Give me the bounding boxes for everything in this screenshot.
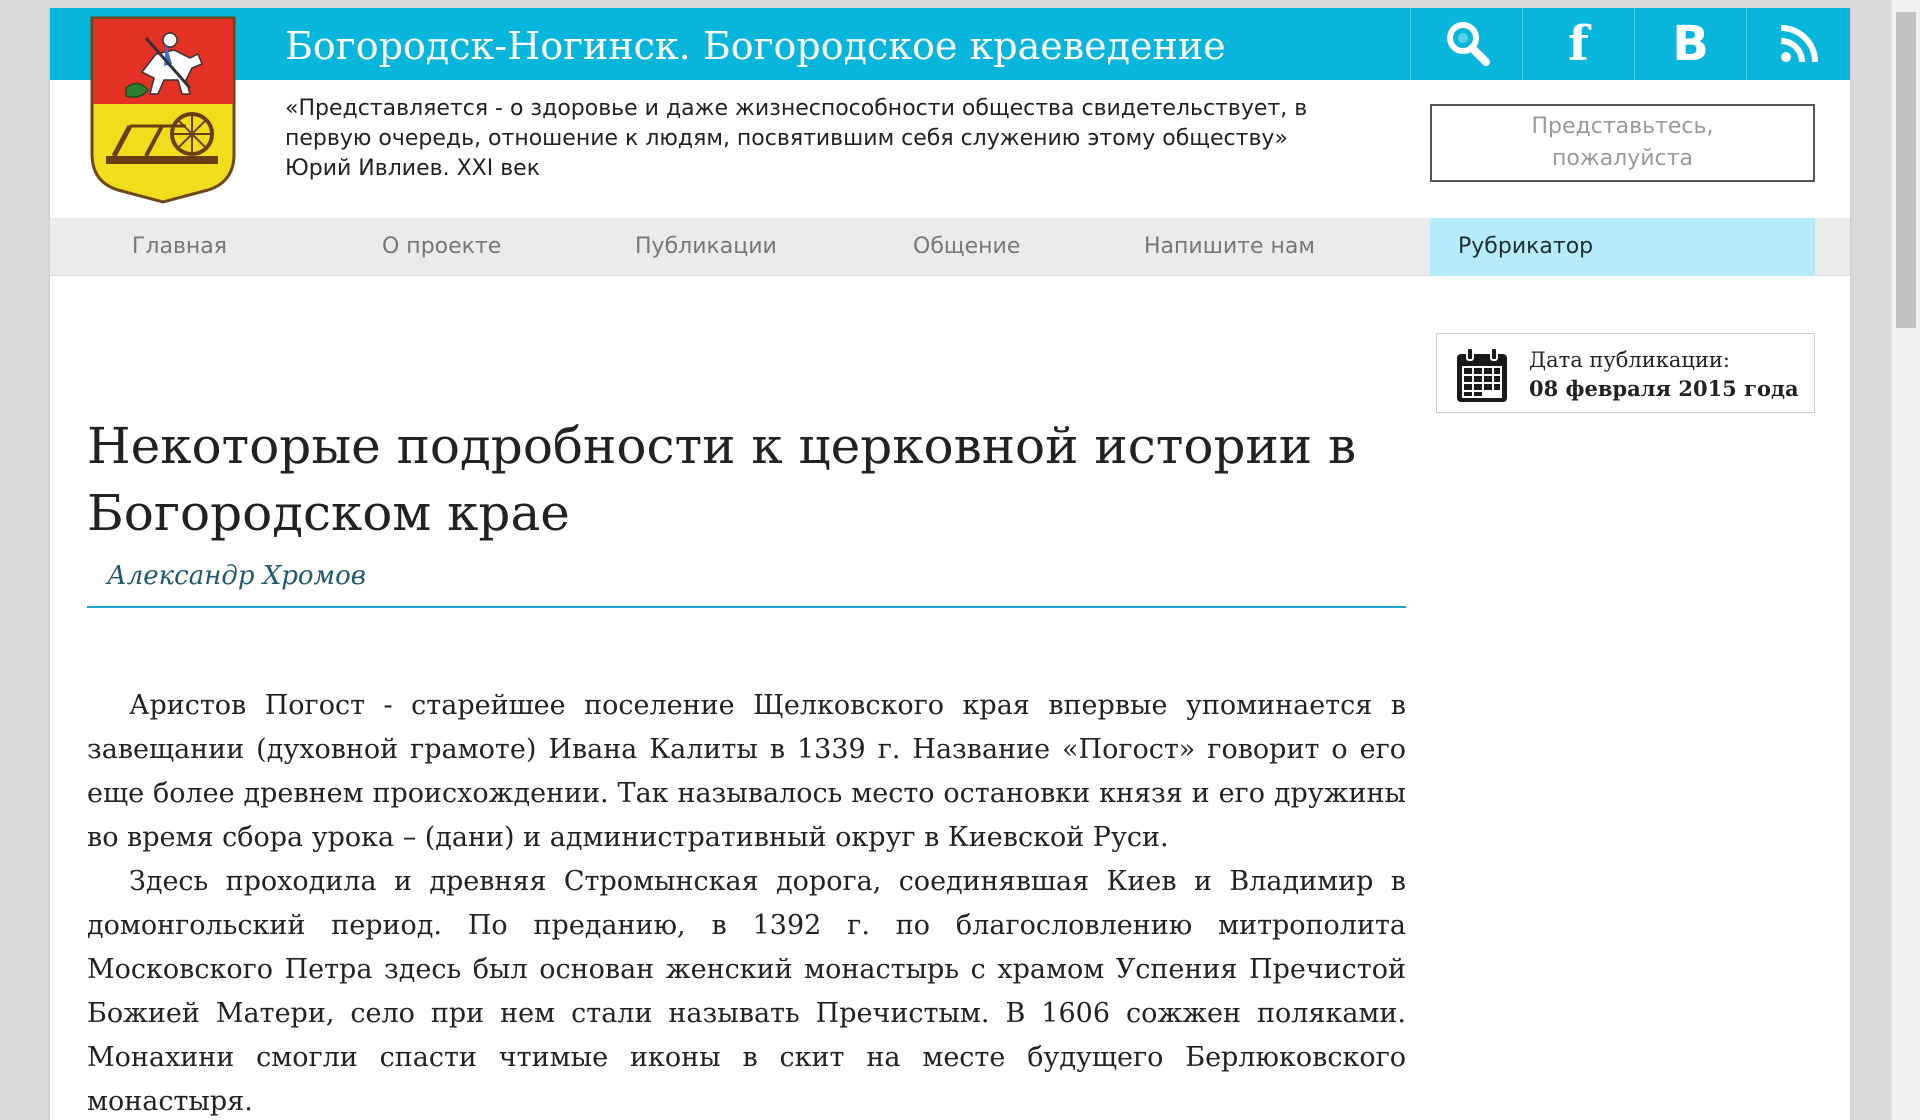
calendar-icon: [1457, 347, 1507, 402]
title-divider: [87, 606, 1406, 608]
article-paragraph: Здесь проходила и древняя Стромынская до…: [87, 866, 1406, 1117]
quote-author: Юрий Ивлиев. XXI век: [285, 156, 540, 181]
scrollbar-thumb[interactable]: [1896, 12, 1916, 328]
search-button[interactable]: [1410, 8, 1522, 80]
nav-item-contact[interactable]: Напишите нам: [1144, 218, 1315, 276]
city-crest-logo[interactable]: [86, 14, 240, 204]
article-title: Некоторые подробности к церковной истори…: [87, 417, 1357, 542]
facebook-button[interactable]: f: [1522, 8, 1634, 80]
facebook-icon: f: [1568, 16, 1589, 72]
vertical-scrollbar[interactable]: [1891, 0, 1920, 1120]
login-label-line2: пожалуйста: [1552, 146, 1693, 171]
publication-date-box: Дата публикации: 08 февраля 2015 года: [1436, 333, 1815, 413]
rss-icon: [1780, 25, 1818, 63]
article-paragraph: Аристов Погост - старейшее поселение Щел…: [87, 690, 1406, 853]
publication-date-value: 08 февраля 2015 года: [1529, 376, 1799, 401]
site-title[interactable]: Богородск-Ногинск. Богородское краеведен…: [285, 24, 1226, 68]
vkontakte-button[interactable]: В: [1634, 8, 1746, 80]
nav-item-home[interactable]: Главная: [132, 218, 227, 276]
nav-item-about[interactable]: О проекте: [382, 218, 501, 276]
quote-line: «Представляется - о здоровье и даже жизн…: [285, 96, 1308, 121]
publication-date-label: Дата публикации:: [1529, 348, 1730, 372]
login-button[interactable]: Представьтесь, пожалуйста: [1430, 104, 1815, 182]
nav-item-rubricator[interactable]: Рубрикатор: [1430, 218, 1815, 276]
nav-item-community[interactable]: Общение: [913, 218, 1020, 276]
page: Богородск-Ногинск. Богородское краеведен…: [49, 8, 1851, 1120]
vkontakte-icon: В: [1672, 16, 1709, 72]
header-quote: «Представляется - о здоровье и даже жизн…: [285, 94, 1435, 184]
header-bar: Богородск-Ногинск. Богородское краеведен…: [50, 8, 1850, 80]
article-body: Аристов Погост - старейшее поселение Щел…: [87, 684, 1406, 1120]
search-icon: [1446, 22, 1490, 66]
login-label-line1: Представьтесь,: [1531, 114, 1714, 139]
rss-button[interactable]: [1746, 8, 1850, 80]
quote-line: первую очередь, отношение к людям, посвя…: [285, 126, 1288, 151]
article-author[interactable]: Александр Хромов: [107, 561, 366, 591]
nav-item-publications[interactable]: Публикации: [635, 218, 777, 276]
